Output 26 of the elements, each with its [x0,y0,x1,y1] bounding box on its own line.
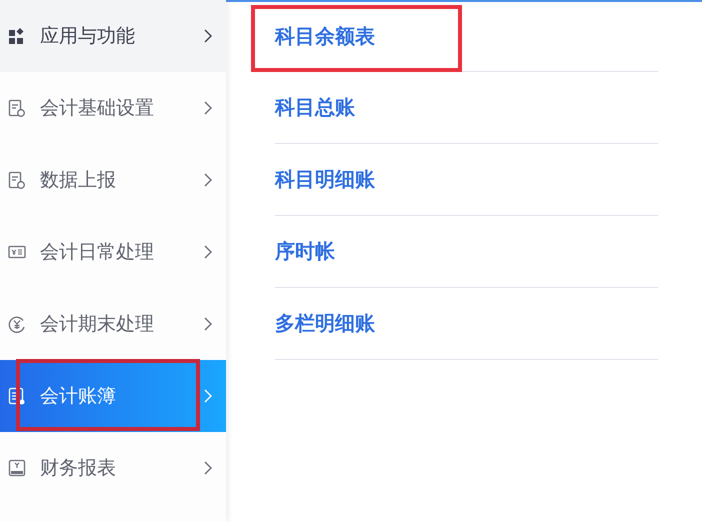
submenu-link[interactable]: 序时帐 [275,238,335,264]
document-icon [8,99,26,117]
document-icon [8,171,26,189]
submenu-link[interactable]: 多栏明细账 [275,310,375,336]
sidebar-item[interactable]: 会计基础设置 [0,72,226,144]
sidebar-item[interactable]: 应用与功能 [0,0,226,72]
report-icon [8,459,26,477]
chevron-icon [204,173,212,187]
chevron-icon [204,29,212,43]
submenu-link[interactable]: 科目余额表 [275,23,375,50]
sidebar-item[interactable]: 财务报表 [0,432,226,504]
banknote-icon [8,243,26,261]
submenu-link[interactable]: 科目总账 [275,94,355,120]
ledger-icon [8,387,26,405]
sidebar-item[interactable]: 会计期末处理 [0,288,226,360]
yen-circle-icon [8,315,26,333]
chevron-icon [204,389,212,403]
submenu-link[interactable]: 科目明细账 [275,166,375,192]
chevron-icon [204,101,212,115]
chevron-icon [204,245,212,259]
grid-icon [8,27,26,45]
sidebar-item[interactable]: 会计账簿 [0,360,226,432]
chevron-icon [204,461,212,475]
sidebar-item[interactable]: 数据上报 [0,144,226,216]
sidebar-item[interactable]: 会计日常处理 [0,216,226,288]
chevron-icon [204,317,212,331]
